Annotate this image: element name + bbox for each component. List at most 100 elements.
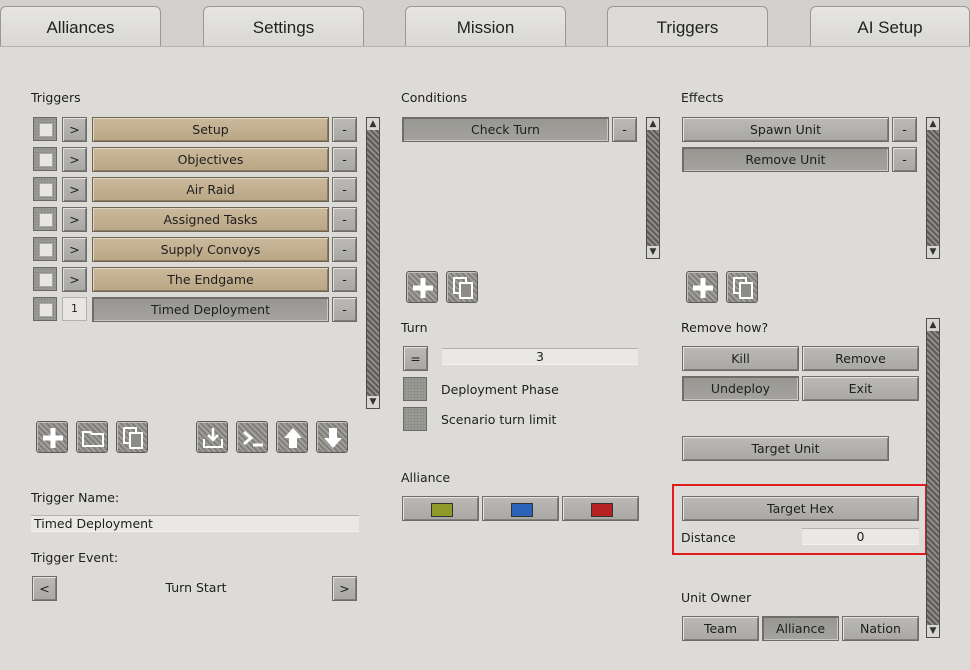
copy-icon	[733, 277, 753, 299]
copy-trigger-button[interactable]	[116, 421, 148, 453]
trigger-item-objectives[interactable]: Objectives	[92, 147, 329, 172]
plus-icon	[693, 278, 713, 298]
trigger-remove-button[interactable]: -	[332, 177, 357, 202]
unit-owner-alliance-button[interactable]: Alliance	[762, 616, 839, 641]
trigger-expand-button[interactable]: >	[62, 147, 87, 172]
conditions-heading: Conditions	[401, 90, 468, 105]
console-button[interactable]	[236, 421, 268, 453]
turn-label: Turn	[401, 320, 428, 335]
plus-icon	[413, 278, 433, 298]
effect-item-remove-unit[interactable]: Remove Unit	[682, 147, 889, 172]
alliance-label: Alliance	[401, 470, 451, 485]
trigger-remove-button[interactable]: -	[332, 147, 357, 172]
alliance-color-swatch	[591, 503, 613, 517]
trigger-remove-button[interactable]: -	[332, 267, 357, 292]
scroll-up-icon[interactable]: ▲	[927, 118, 939, 130]
effect-remove-button[interactable]: -	[892, 117, 917, 142]
scroll-up-icon[interactable]: ▲	[367, 118, 379, 130]
trigger-enable-checkbox[interactable]	[33, 177, 57, 201]
unit-owner-nation-button[interactable]: Nation	[842, 616, 919, 641]
effects-scrollbar[interactable]: ▲ ▼	[926, 117, 940, 259]
alliance-color-swatch	[511, 503, 533, 517]
tab-settings[interactable]: Settings	[203, 6, 364, 46]
trigger-expand-button[interactable]: >	[62, 237, 87, 262]
tab-triggers[interactable]: Triggers	[607, 6, 768, 48]
conditions-scrollbar[interactable]: ▲ ▼	[646, 117, 660, 259]
trigger-enable-checkbox[interactable]	[33, 297, 57, 321]
trigger-event-prev-button[interactable]: <	[32, 576, 57, 601]
scroll-down-icon[interactable]: ▼	[367, 396, 379, 408]
trigger-name-label: Trigger Name:	[31, 490, 120, 505]
trigger-event-label: Trigger Event:	[31, 550, 119, 565]
effect-remove-button[interactable]: -	[892, 147, 917, 172]
trigger-item-air-raid[interactable]: Air Raid	[92, 177, 329, 202]
triggers-heading: Triggers	[31, 90, 81, 105]
trigger-enable-checkbox[interactable]	[33, 267, 57, 291]
alliance-blue-button[interactable]	[482, 496, 559, 521]
copy-icon	[453, 277, 473, 299]
trigger-remove-button[interactable]: -	[332, 237, 357, 262]
add-condition-button[interactable]	[406, 271, 438, 303]
scenario-turn-limit-checkbox[interactable]	[403, 407, 427, 431]
copy-condition-button[interactable]	[446, 271, 478, 303]
effects-heading: Effects	[681, 90, 724, 105]
scenario-turn-limit-label: Scenario turn limit	[441, 412, 557, 427]
deployment-phase-checkbox[interactable]	[403, 377, 427, 401]
trigger-expand-button[interactable]: >	[62, 177, 87, 202]
folder-button[interactable]	[76, 421, 108, 453]
trigger-enable-checkbox[interactable]	[33, 207, 57, 231]
effect-settings-scrollbar[interactable]: ▲ ▼	[926, 318, 940, 638]
add-trigger-button[interactable]	[36, 421, 68, 453]
remove-how-kill-button[interactable]: Kill	[682, 346, 799, 371]
tab-mission[interactable]: Mission	[405, 6, 566, 46]
trigger-item-assigned-tasks[interactable]: Assigned Tasks	[92, 207, 329, 232]
terminal-icon	[243, 430, 263, 447]
move-up-button[interactable]	[276, 421, 308, 453]
alliance-red-button[interactable]	[562, 496, 639, 521]
turn-operator-button[interactable]: =	[403, 346, 428, 371]
trigger-expand-button[interactable]: >	[62, 117, 87, 142]
trigger-enable-checkbox[interactable]	[33, 147, 57, 171]
trigger-remove-button[interactable]: -	[332, 117, 357, 142]
tab-ai-setup[interactable]: AI Setup	[810, 6, 970, 46]
copy-icon	[123, 427, 143, 449]
trigger-enable-checkbox[interactable]	[33, 237, 57, 261]
target-hex-highlight	[672, 484, 927, 555]
condition-item-check-turn[interactable]: Check Turn	[402, 117, 609, 142]
plus-icon	[43, 428, 63, 448]
alliance-green-button[interactable]	[402, 496, 479, 521]
move-down-button[interactable]	[316, 421, 348, 453]
trigger-expand-button[interactable]: >	[62, 207, 87, 232]
condition-remove-button[interactable]: -	[612, 117, 637, 142]
remove-how-undeploy-button[interactable]: Undeploy	[682, 376, 799, 401]
add-effect-button[interactable]	[686, 271, 718, 303]
scroll-down-icon[interactable]: ▼	[927, 246, 939, 258]
trigger-name-input[interactable]: Timed Deployment	[31, 515, 359, 532]
tab-alliances[interactable]: Alliances	[0, 6, 161, 46]
trigger-item-supply-convoys[interactable]: Supply Convoys	[92, 237, 329, 262]
trigger-remove-button[interactable]: -	[332, 207, 357, 232]
trigger-item-setup[interactable]: Setup	[92, 117, 329, 142]
remove-how-label: Remove how?	[681, 320, 769, 335]
trigger-list-scrollbar[interactable]: ▲ ▼	[366, 117, 380, 409]
trigger-remove-button[interactable]: -	[332, 297, 357, 322]
unit-owner-team-button[interactable]: Team	[682, 616, 759, 641]
scroll-up-icon[interactable]: ▲	[647, 118, 659, 130]
remove-how-exit-button[interactable]: Exit	[802, 376, 919, 401]
arrow-up-icon	[284, 428, 302, 448]
trigger-item-timed-deployment[interactable]: Timed Deployment	[92, 297, 329, 322]
trigger-event-next-button[interactable]: >	[332, 576, 357, 601]
scroll-up-icon[interactable]: ▲	[927, 319, 939, 331]
scroll-down-icon[interactable]: ▼	[927, 625, 939, 637]
turn-value-input[interactable]: 3	[442, 348, 638, 365]
effect-item-spawn-unit[interactable]: Spawn Unit	[682, 117, 889, 142]
import-button[interactable]	[196, 421, 228, 453]
trigger-item-the-endgame[interactable]: The Endgame	[92, 267, 329, 292]
remove-how-remove-button[interactable]: Remove	[802, 346, 919, 371]
scroll-down-icon[interactable]: ▼	[647, 246, 659, 258]
trigger-expand-button[interactable]: >	[62, 267, 87, 292]
target-unit-button[interactable]: Target Unit	[682, 436, 889, 461]
trigger-enable-checkbox[interactable]	[33, 117, 57, 141]
alliance-color-swatch	[431, 503, 453, 517]
copy-effect-button[interactable]	[726, 271, 758, 303]
